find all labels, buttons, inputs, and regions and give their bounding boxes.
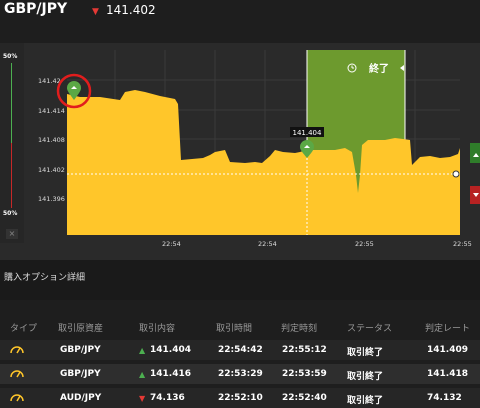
down-arrow-icon: ▼ (92, 7, 99, 17)
gauge-icon (10, 367, 24, 382)
high-button[interactable] (470, 143, 480, 163)
y-tick-label: 141.42 (38, 77, 61, 85)
cell-asset: GBP/JPY (60, 369, 101, 379)
low-button[interactable] (470, 186, 480, 204)
cell-rate: 141.418 (427, 369, 468, 379)
column-header: タイプ (10, 324, 38, 334)
expiry-label: 終了 (369, 62, 389, 75)
column-header: ステータス (347, 324, 393, 334)
table-row[interactable]: GBP/JPY ▲ 141.416 22:53:29 22:53:59 取引終了… (0, 364, 480, 384)
cell-content: 141.416 (150, 369, 191, 379)
asset-pair[interactable]: GBP/JPY (4, 1, 67, 17)
purchase-details-section: 購入オプション詳細 (0, 260, 480, 300)
price-tag-label: 141.404 (293, 129, 322, 137)
column-header: 判定時刻 (281, 324, 318, 334)
cell-time: 22:52:10 (218, 393, 263, 403)
gauge-icon (10, 391, 24, 406)
cell-status: 取引終了 (347, 348, 384, 358)
cell-rate: 141.409 (427, 345, 468, 355)
price-chart[interactable]: 終了 141.42 141.414 141.408 141.402 141.39… (0, 43, 480, 260)
cell-status: 取引終了 (347, 396, 384, 406)
cell-rate: 74.132 (427, 393, 462, 403)
y-tick-label: 141.408 (38, 136, 65, 144)
cell-asset: GBP/JPY (60, 345, 101, 355)
cell-judge-time: 22:53:59 (282, 369, 327, 379)
cell-time: 22:54:42 (218, 345, 263, 355)
y-tick-label: 141.414 (38, 107, 65, 115)
cell-time: 22:53:29 (218, 369, 263, 379)
y-tick-label: 141.396 (38, 195, 65, 203)
cell-judge-time: 22:52:40 (282, 393, 327, 403)
x-tick-label: 22:54 (162, 240, 181, 248)
cell-status: 取引終了 (347, 372, 384, 382)
gauge-icon (10, 343, 24, 358)
column-header: 取引時間 (216, 324, 253, 334)
table-row[interactable]: GBP/JPY ▲ 141.404 22:54:42 22:55:12 取引終了… (0, 340, 480, 360)
current-price: 141.402 (106, 3, 156, 17)
x-tick-label: 22:54 (258, 240, 277, 248)
section-title: 購入オプション詳細 (4, 273, 86, 283)
current-price-dot (452, 170, 460, 178)
cell-asset: AUD/JPY (60, 393, 102, 403)
x-tick-label: 22:55 (355, 240, 374, 248)
table-header: タイプ 取引原資産 取引内容 取引時間 判定時刻 ステータス 判定レート (0, 316, 480, 336)
header-bar: GBP/JPY ▼ 141.402 (0, 0, 480, 24)
column-header: 取引原資産 (58, 324, 104, 334)
table-row[interactable]: AUD/JPY ▼ 74.136 22:52:10 22:52:40 取引終了 … (0, 388, 480, 408)
up-arrow-icon: ▲ (139, 346, 146, 355)
up-arrow-icon: ▲ (139, 370, 146, 379)
column-header: 判定レート (425, 324, 471, 334)
down-arrow-icon: ▼ (139, 394, 146, 403)
cell-content: 74.136 (150, 393, 185, 403)
cell-content: 141.404 (150, 345, 191, 355)
cell-judge-time: 22:55:12 (282, 345, 327, 355)
y-tick-label: 141.402 (38, 166, 65, 174)
column-header: 取引内容 (139, 324, 176, 334)
x-tick-label: 22:55 (453, 240, 472, 248)
